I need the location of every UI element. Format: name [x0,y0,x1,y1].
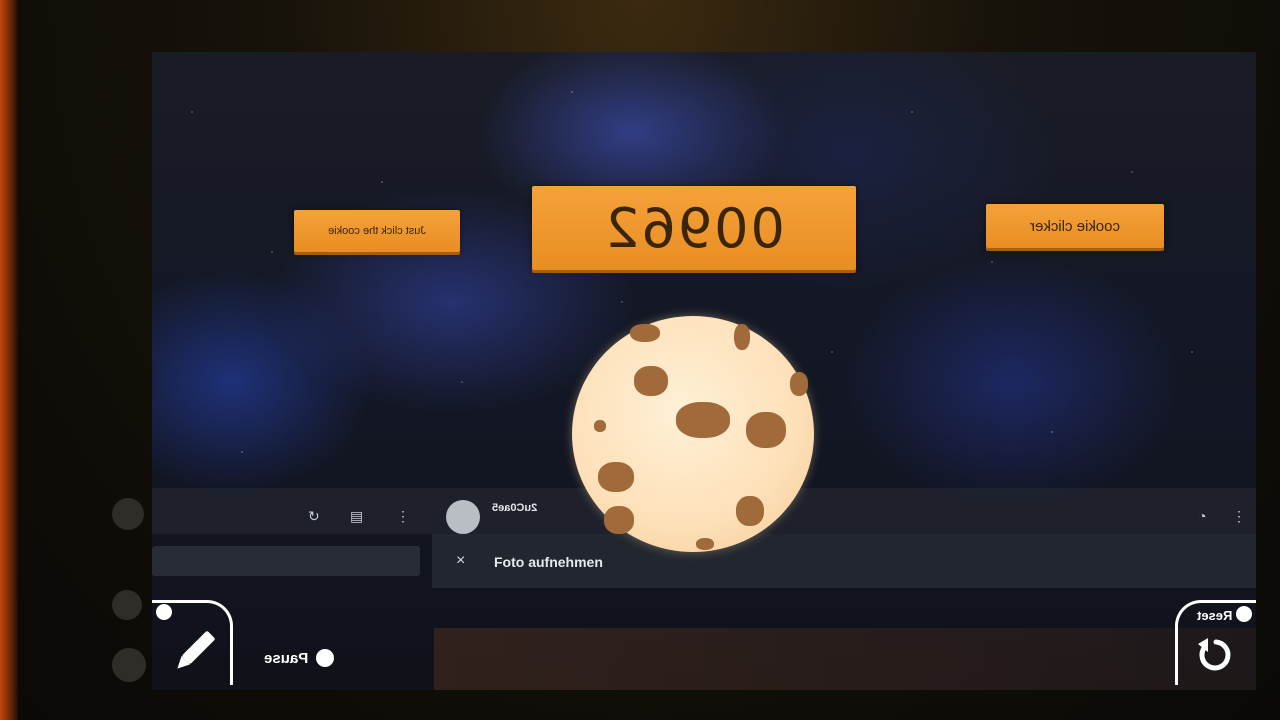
chocolate-chip [604,506,634,534]
camera-preview-strip [434,628,1256,690]
title-button[interactable]: cookie clicker [986,204,1164,248]
close-icon[interactable]: × [456,552,465,570]
chocolate-chip [790,372,808,396]
hint-button[interactable]: Just click the cookie [294,210,460,252]
reset-label[interactable]: Reset [1197,608,1232,623]
edit-corner-dot [156,604,172,620]
chocolate-chip [736,496,764,526]
more-icon[interactable]: ⋮ [396,508,410,525]
chocolate-chip [634,366,668,396]
score-display: 00962 [532,186,856,270]
pause-button[interactable]: Pause [264,644,335,672]
chocolate-chip [630,324,660,342]
bezel-button-top [112,498,144,530]
reset-corner-dot [1236,606,1252,622]
chat-icon[interactable]: ▤ [350,508,363,525]
chocolate-chip [594,420,606,432]
options-icon[interactable]: ⋮ [1232,508,1246,525]
undo-icon[interactable] [1194,634,1234,674]
chocolate-chip [734,324,750,350]
mic-icon[interactable]: ◔ [1198,508,1206,524]
chocolate-chip [696,538,714,550]
pause-label: Pause [264,649,309,667]
chocolate-chip [746,412,786,448]
pencil-icon[interactable] [168,624,222,678]
game-screen: Just click the cookie 00962 cookie click… [152,52,1256,690]
bezel-button-middle [112,590,142,620]
cookie-button[interactable] [572,316,814,552]
chocolate-chip [598,462,634,492]
overlay-username: 2uC0ae5 [492,502,538,514]
chocolate-chip [676,402,730,438]
camera-search-field [152,546,420,576]
pause-dot-icon [316,649,335,667]
tablet-edge [0,0,18,720]
refresh-icon[interactable]: ↻ [308,508,320,525]
bezel-button-bottom [112,648,146,682]
avatar[interactable] [446,500,480,534]
photo-action-label[interactable]: Foto aufnehmen [494,554,603,570]
